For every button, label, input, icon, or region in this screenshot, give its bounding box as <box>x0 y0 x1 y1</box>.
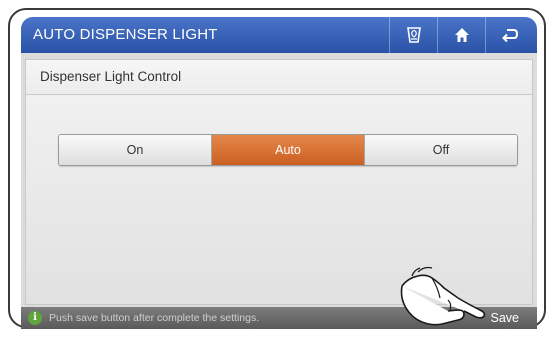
back-button[interactable] <box>485 17 534 53</box>
pointing-hand-icon <box>400 266 486 326</box>
option-on-button[interactable]: On <box>59 135 212 165</box>
light-mode-selector: On Auto Off <box>58 134 518 166</box>
home-button[interactable] <box>437 17 486 53</box>
dispenser-icon <box>406 26 422 44</box>
option-label: Off <box>432 143 450 157</box>
option-off-button[interactable]: Off <box>365 135 517 165</box>
option-label: Auto <box>275 143 301 157</box>
page-title: AUTO DISPENSER LIGHT <box>33 26 218 43</box>
panel-header: Dispenser Light Control <box>26 60 532 95</box>
title-bar: AUTO DISPENSER LIGHT <box>21 17 537 53</box>
panel-title: Dispenser Light Control <box>40 69 182 84</box>
option-label: On <box>126 143 144 157</box>
home-icon <box>454 27 470 43</box>
back-icon <box>502 28 518 42</box>
info-icon: i <box>28 311 42 325</box>
status-message: Push save button after complete the sett… <box>49 312 260 324</box>
option-auto-button[interactable]: Auto <box>212 135 365 165</box>
dispenser-button[interactable] <box>389 17 438 53</box>
